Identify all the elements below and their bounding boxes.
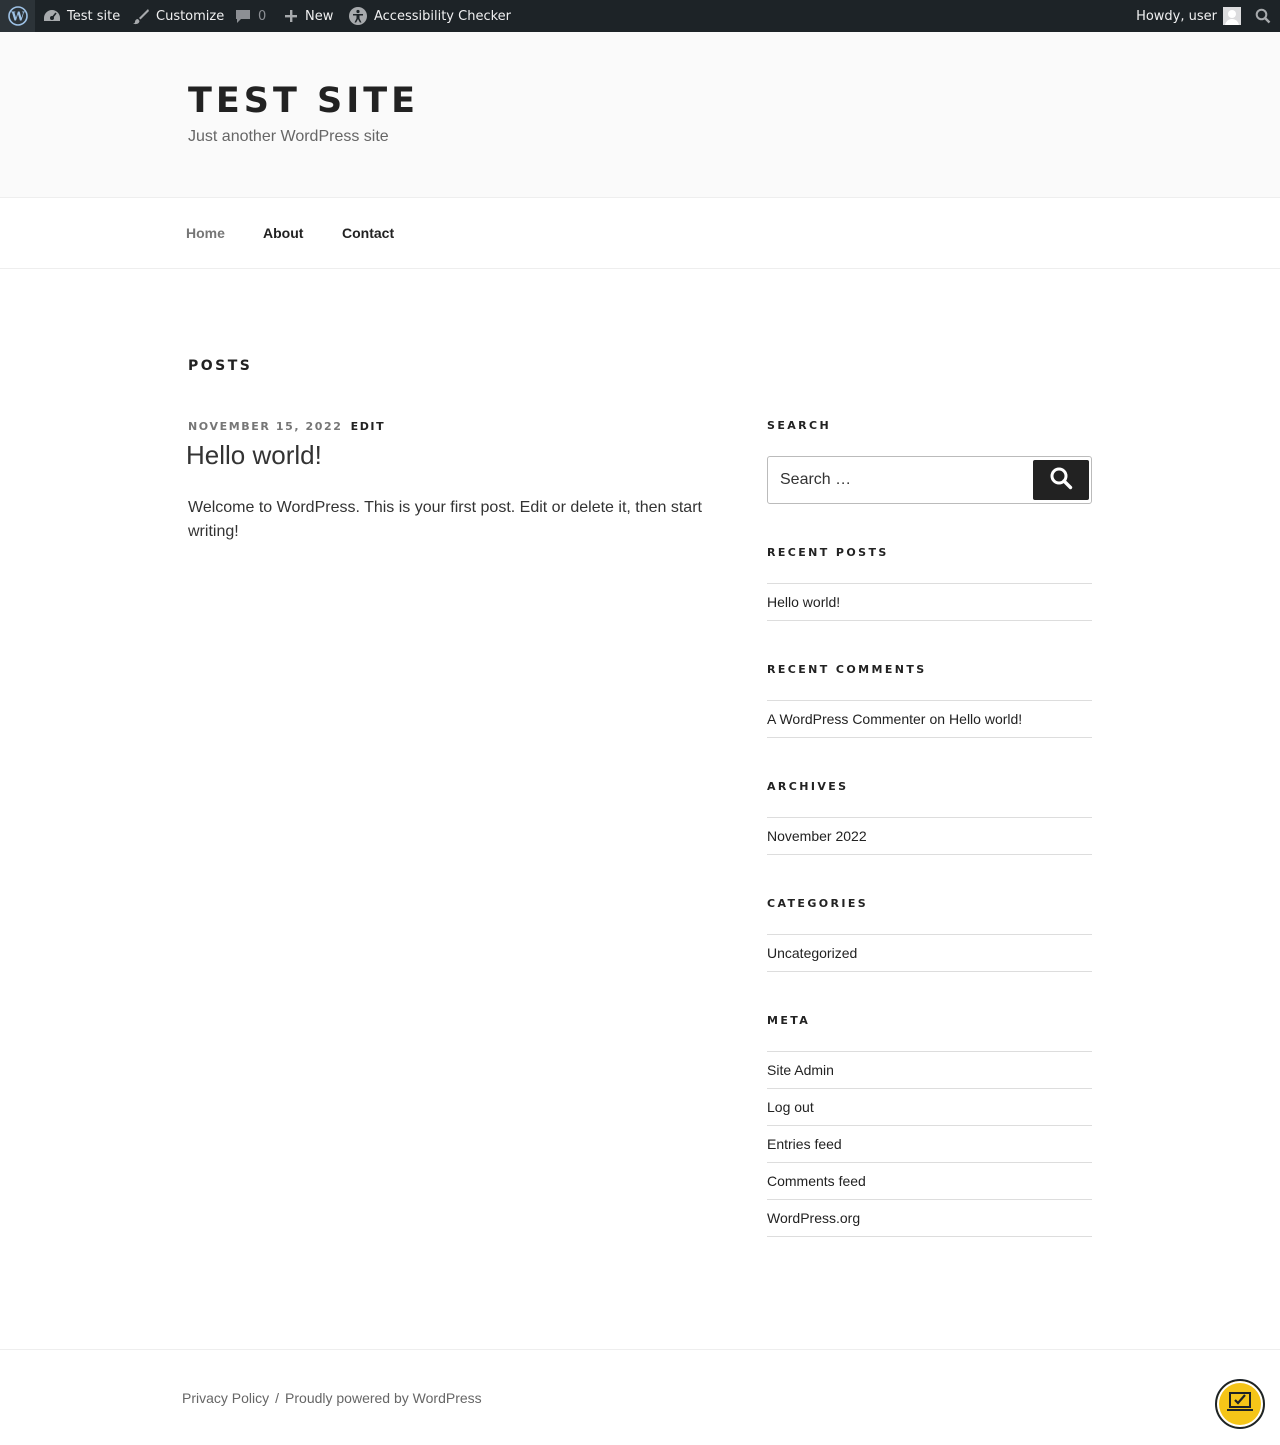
admin-bar-search-icon[interactable] [1255,0,1271,32]
footer-separator: / [275,1390,280,1406]
category-link[interactable]: Uncategorized [767,945,857,961]
post-date[interactable]: NOVEMBER 15, 2022 [188,420,343,433]
categories-list: Uncategorized [767,934,1092,972]
main-navigation: Home About Contact [0,197,1280,269]
admin-bar-customize-label: Customize [156,8,225,24]
site-tagline: Just another WordPress site [188,128,389,145]
brush-icon [132,7,150,25]
accessibility-icon [348,6,368,26]
page-title: POSTS [188,358,253,374]
list-item: WordPress.org [767,1200,1092,1237]
admin-bar-new-label: New [305,8,334,24]
meta-list: Site Admin Log out Entries feed Comments… [767,1051,1092,1237]
admin-bar-accessibility-label: Accessibility Checker [374,8,511,24]
accessibility-checker-badge[interactable] [1215,1379,1265,1429]
recent-comments-list: A WordPress Commenter on Hello world! [767,700,1092,738]
admin-bar-comments-count: 0 [258,8,267,24]
comment-on-text: on [929,711,946,727]
post-meta: NOVEMBER 15, 2022 EDIT [188,420,385,433]
site-title[interactable]: TEST SITE [188,80,419,122]
nav-item-contact[interactable]: Contact [342,198,394,268]
nav-item-about[interactable]: About [263,198,303,268]
site-footer: Privacy Policy / Proudly powered by WordPr… [0,1349,1280,1445]
post-title[interactable]: Hello world! [186,438,322,472]
post-edit-link[interactable]: EDIT [351,420,386,433]
widget-title-recent-comments: RECENT COMMENTS [767,663,927,676]
admin-bar-comments-link[interactable]: 0 [234,0,266,32]
list-item: November 2022 [767,818,1092,855]
list-item: Uncategorized [767,935,1092,972]
meta-comments-feed-link[interactable]: Comments feed [767,1173,866,1189]
admin-bar-accessibility-link[interactable]: Accessibility Checker [348,0,511,32]
admin-bar-new-link[interactable]: New [283,0,333,32]
admin-bar: W Test site Customize 0 New Accessibilit… [0,0,1280,32]
list-item: Site Admin [767,1052,1092,1089]
dashboard-icon [43,8,61,24]
powered-by-link[interactable]: Proudly powered by WordPress [285,1390,482,1406]
footer-links: Privacy Policy / Proudly powered by WordPr… [182,1390,482,1406]
privacy-policy-link[interactable]: Privacy Policy [182,1390,269,1406]
archives-list: November 2022 [767,817,1092,855]
list-item: Entries feed [767,1126,1092,1163]
list-item: Log out [767,1089,1092,1126]
meta-site-admin-link[interactable]: Site Admin [767,1062,834,1078]
comment-author-link[interactable]: A WordPress Commenter [767,711,925,727]
admin-bar-site-name: Test site [67,8,121,24]
plus-icon [283,8,299,24]
widget-title-archives: ARCHIVES [767,780,849,793]
meta-entries-feed-link[interactable]: Entries feed [767,1136,842,1152]
meta-wordpress-org-link[interactable]: WordPress.org [767,1210,860,1226]
comment-post-link[interactable]: Hello world! [949,711,1022,727]
admin-bar-customize-link[interactable]: Customize [132,0,224,32]
svg-text:W: W [10,10,25,24]
widget-title-recent-posts: RECENT POSTS [767,546,889,559]
search-form [767,456,1092,504]
list-item: Comments feed [767,1163,1092,1200]
search-button[interactable] [1033,460,1089,500]
recent-post-link[interactable]: Hello world! [767,594,840,610]
list-item: Hello world! [767,584,1092,621]
comment-bubble-icon [234,8,252,24]
wordpress-logo-icon[interactable]: W [0,0,35,32]
admin-bar-howdy: Howdy, user [1136,8,1217,24]
list-item: A WordPress Commenter on Hello world! [767,701,1092,738]
search-icon [1049,466,1073,495]
search-input[interactable] [768,457,1032,503]
avatar [1223,7,1241,25]
admin-bar-account-link[interactable]: Howdy, user [1136,0,1241,32]
site-header: TEST SITE Just another WordPress site [0,32,1280,197]
recent-posts-list: Hello world! [767,583,1092,621]
laptop-check-icon [1226,1390,1254,1419]
post-body: Welcome to WordPress. This is your first… [188,499,702,540]
widget-title-search: SEARCH [767,419,832,432]
widget-title-meta: META [767,1014,811,1027]
admin-bar-site-link[interactable]: Test site [43,0,120,32]
widget-title-categories: CATEGORIES [767,897,869,910]
archive-link[interactable]: November 2022 [767,828,867,844]
nav-item-home[interactable]: Home [186,198,225,268]
meta-logout-link[interactable]: Log out [767,1099,814,1115]
